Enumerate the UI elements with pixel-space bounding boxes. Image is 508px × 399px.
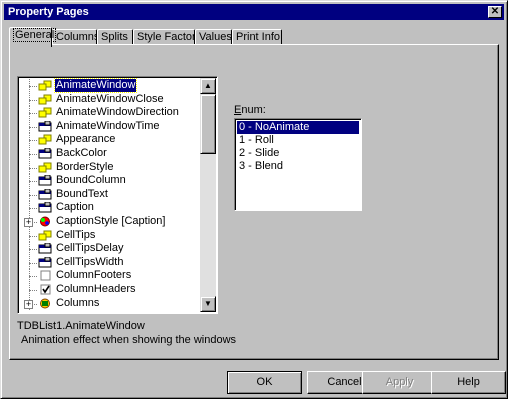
expand-plus-icon[interactable]: + [24,218,33,227]
property-row[interactable]: Caption [20,201,201,214]
property-row[interactable]: ColumnHeaders [20,283,201,296]
tree-connector [29,168,37,169]
value-property-icon [38,120,52,132]
value-property-icon [38,242,52,254]
close-button[interactable]: ✕ [488,6,502,18]
enum-option[interactable]: 1 - Roll [237,134,359,147]
property-label: ColumnFooters [56,269,132,281]
scroll-down-button[interactable]: ▼ [200,296,216,312]
property-label: AnimateWindowDirection [56,106,179,118]
property-label: AnimateWindowTime [56,120,160,132]
tree-connector [29,236,37,237]
property-pages-dialog: Property Pages ✕ General Columns Splits … [0,0,508,399]
value-property-icon [38,201,52,213]
property-row[interactable]: ColumnFooters [20,269,201,282]
enum-property-icon [38,94,52,105]
tab-columns[interactable]: Columns [52,29,99,45]
property-tree-list[interactable]: AnimateWindow AnimateWindowClose AnimateWi… [17,76,218,314]
property-row[interactable]: CellTipsDelay [20,242,201,255]
value-property-icon [38,256,52,268]
tree-connector [29,86,37,87]
tree-connector [29,140,37,141]
property-full-name: TDBList1.AnimateWindow [17,320,145,332]
property-label: AnimateWindowClose [56,93,164,105]
property-row[interactable]: BoundText [20,188,201,201]
property-row[interactable]: AnimateWindowDirection [20,106,201,119]
enum-listbox[interactable]: 0 - NoAnimate 1 - Roll 2 - Slide 3 - Ble… [234,118,362,211]
title-bar[interactable]: Property Pages ✕ [4,4,504,20]
tree-connector [29,127,37,128]
tree-connector [29,208,37,209]
enum-option[interactable]: 0 - NoAnimate [237,121,359,134]
tree-connector [29,113,37,114]
tree-connector [29,263,37,264]
property-row[interactable]: Appearance [20,133,201,146]
tree-connector [29,249,37,250]
property-label: Appearance [56,133,116,145]
close-icon: ✕ [490,6,500,17]
property-label: BackColor [56,147,107,159]
vertical-scrollbar[interactable]: ▲ ▼ [200,78,216,312]
property-label: CellTips [56,229,96,241]
property-row[interactable]: BackColor [20,147,201,160]
property-row[interactable]: + Columns [20,297,201,310]
window-title: Property Pages [8,6,89,18]
tree-connector [29,276,37,277]
enum-property-icon [38,230,52,241]
arrow-down-icon: ▼ [204,299,212,308]
property-row[interactable]: BorderStyle [20,161,201,174]
property-label: AnimateWindow [53,78,138,93]
tree-connector [29,100,37,101]
property-label: CaptionStyle [Caption] [56,215,166,227]
checkbox-unchecked-icon [38,270,52,281]
tree-connector [29,195,37,196]
scroll-up-button[interactable]: ▲ [200,78,216,94]
enum-option[interactable]: 2 - Slide [237,147,359,160]
property-row[interactable]: CellTipsWidth [20,256,201,269]
tree-connector [29,181,37,182]
enum-property-icon [38,162,52,173]
enum-label: Enum: [234,104,266,116]
value-property-icon [38,147,52,159]
property-label: ColumnHeaders [56,283,136,295]
apply-button[interactable]: Apply [362,371,437,394]
value-property-icon [38,188,52,200]
help-button[interactable]: Help [431,371,506,394]
property-row[interactable]: CellTips [20,229,201,242]
tab-splits[interactable]: Splits [97,29,133,45]
property-row[interactable]: AnimateWindow [20,78,201,93]
scroll-thumb[interactable] [200,94,216,154]
style-object-icon [38,216,52,227]
property-label: BoundText [56,188,108,200]
property-label: BorderStyle [56,161,114,173]
enum-option[interactable]: 3 - Blend [237,160,359,173]
checkbox-checked-icon [38,284,52,295]
enum-property-icon [38,107,52,118]
expand-plus-icon[interactable]: + [24,300,33,309]
tab-style-factory[interactable]: Style Factory [133,29,201,45]
tree-connector [29,290,37,291]
property-row[interactable]: BoundColumn [20,174,201,187]
property-label: Columns [56,297,100,309]
property-row[interactable]: + CaptionStyle [Caption] [20,215,201,228]
enum-property-icon [38,80,52,91]
tab-print-info[interactable]: Print Info [232,29,282,45]
property-row[interactable]: AnimateWindowClose [20,93,201,106]
property-description: Animation effect when showing the window… [21,334,237,346]
tree-connector [29,154,37,155]
ok-button[interactable]: OK [227,371,302,394]
property-row[interactable]: AnimateWindowTime [20,120,201,133]
value-property-icon [38,174,52,186]
property-label: BoundColumn [56,174,126,186]
property-label: CellTipsWidth [56,256,124,268]
property-label: CellTipsDelay [56,242,124,254]
enum-property-icon [38,134,52,145]
tab-general[interactable]: General [9,27,57,47]
property-label: Caption [56,201,94,213]
arrow-up-icon: ▲ [204,81,212,90]
collection-object-icon [38,298,52,309]
tab-values[interactable]: Values [195,29,232,45]
